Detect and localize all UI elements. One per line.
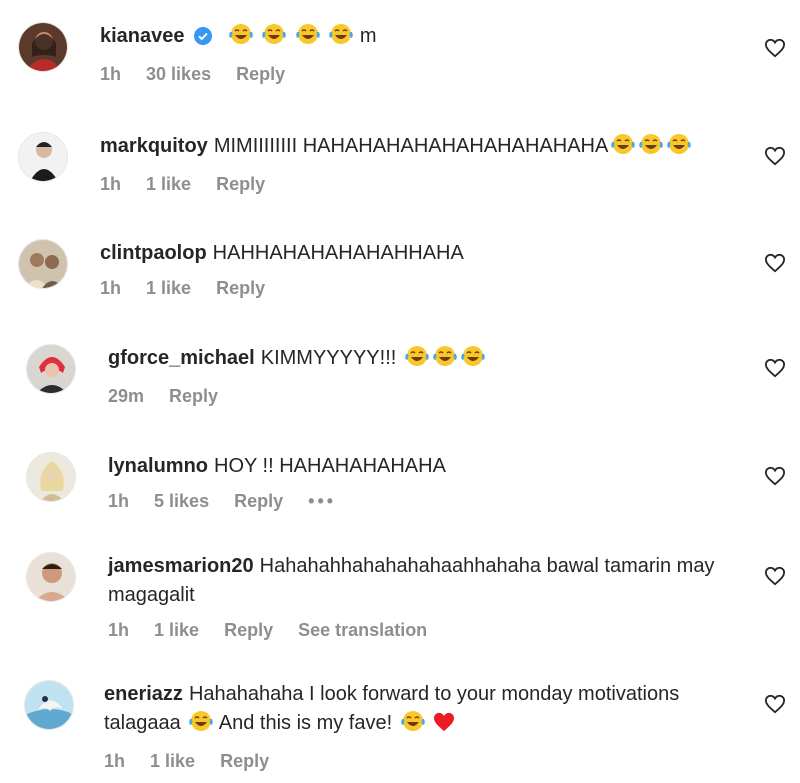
comment-text: HOY !! HAHAHAHAHAHA xyxy=(214,455,446,477)
comment-username[interactable]: gforce_michael xyxy=(108,347,255,369)
comment-meta: 1h 1 like Reply xyxy=(100,278,730,299)
likes-count[interactable]: 5 likes xyxy=(154,491,209,511)
heart-outline-icon[interactable] xyxy=(764,466,786,486)
comment-time: 1h xyxy=(100,278,122,298)
face-with-tears-of-joy-emoji xyxy=(188,710,214,741)
face-with-tears-of-joy-emoji xyxy=(261,23,287,54)
heart-outline-icon[interactable] xyxy=(764,253,786,273)
comment-meta: 1h 30 likes Reply xyxy=(100,64,730,85)
heart-outline-icon[interactable] xyxy=(764,694,786,714)
face-with-tears-of-joy-emoji xyxy=(460,345,486,376)
comment-meta: 1h 5 likes Reply ••• xyxy=(108,491,730,512)
comment-time: 1h xyxy=(100,174,122,194)
avatar[interactable] xyxy=(26,452,76,502)
face-with-tears-of-joy-emoji xyxy=(404,345,430,376)
comment-time: 1h xyxy=(108,620,130,640)
likes-count[interactable]: 1 like xyxy=(150,751,195,771)
heart-outline-icon[interactable] xyxy=(764,566,786,586)
comment-meta: 1h 1 like Reply xyxy=(104,751,730,772)
comment-meta: 1h 1 like Reply xyxy=(100,174,730,195)
red-heart-emoji xyxy=(433,712,455,741)
reply-button[interactable]: Reply xyxy=(216,174,265,194)
reply-button[interactable]: Reply xyxy=(234,491,283,511)
verified-badge-icon xyxy=(194,25,213,54)
more-options-icon[interactable]: ••• xyxy=(308,491,336,511)
comment-time: 1h xyxy=(104,751,126,771)
reply-button[interactable]: Reply xyxy=(236,64,285,84)
emoji-group xyxy=(226,24,360,47)
comment-text: m xyxy=(359,25,377,47)
reply-button[interactable]: Reply xyxy=(169,386,218,406)
face-with-tears-of-joy-emoji xyxy=(400,710,426,741)
avatar[interactable] xyxy=(24,680,74,730)
reply-button[interactable]: Reply xyxy=(220,751,269,771)
avatar[interactable] xyxy=(26,552,76,602)
avatar[interactable] xyxy=(18,22,68,72)
face-with-tears-of-joy-emoji xyxy=(666,133,692,164)
comment-username[interactable]: kianavee xyxy=(100,25,185,47)
comment-time: 1h xyxy=(100,64,122,84)
avatar[interactable] xyxy=(18,132,68,182)
likes-count[interactable]: 1 like xyxy=(154,620,199,640)
comment-time: 29m xyxy=(108,386,145,406)
face-with-tears-of-joy-emoji xyxy=(432,345,458,376)
comment-username[interactable]: clintpaolop xyxy=(100,242,207,264)
comment-username[interactable]: jamesmarion20 xyxy=(108,555,254,577)
comment-meta: 1h 1 like Reply See translation xyxy=(108,620,730,641)
avatar[interactable] xyxy=(26,344,76,394)
comment-text: HAHHAHAHAHAHAHHAHA xyxy=(212,242,464,264)
comment-text: KIMMYYYYY!!! xyxy=(260,347,397,369)
heart-outline-icon[interactable] xyxy=(764,146,786,166)
face-with-tears-of-joy-emoji xyxy=(610,133,636,164)
likes-count[interactable]: 1 like xyxy=(146,174,191,194)
comment-text: MIMIIIIIIII HAHAHAHAHAHAHAHAHAHAHA xyxy=(213,135,609,157)
avatar[interactable] xyxy=(18,239,68,289)
comment-username[interactable]: eneriazz xyxy=(104,683,183,705)
face-with-tears-of-joy-emoji xyxy=(638,133,664,164)
comment-meta: 29m Reply xyxy=(108,386,730,407)
see-translation-button[interactable]: See translation xyxy=(298,620,427,640)
face-with-tears-of-joy-emoji xyxy=(328,23,354,54)
heart-outline-icon[interactable] xyxy=(764,38,786,58)
likes-count[interactable]: 30 likes xyxy=(146,64,211,84)
heart-outline-icon[interactable] xyxy=(764,358,786,378)
reply-button[interactable]: Reply xyxy=(224,620,273,640)
face-with-tears-of-joy-emoji xyxy=(228,23,254,54)
face-with-tears-of-joy-emoji xyxy=(295,23,321,54)
comment-username[interactable]: markquitoy xyxy=(100,135,208,157)
comment-username[interactable]: lynalumno xyxy=(108,455,208,477)
comment-time: 1h xyxy=(108,491,130,511)
comment-text: And this is my fave! xyxy=(218,712,393,734)
reply-button[interactable]: Reply xyxy=(216,278,265,298)
likes-count[interactable]: 1 like xyxy=(146,278,191,298)
